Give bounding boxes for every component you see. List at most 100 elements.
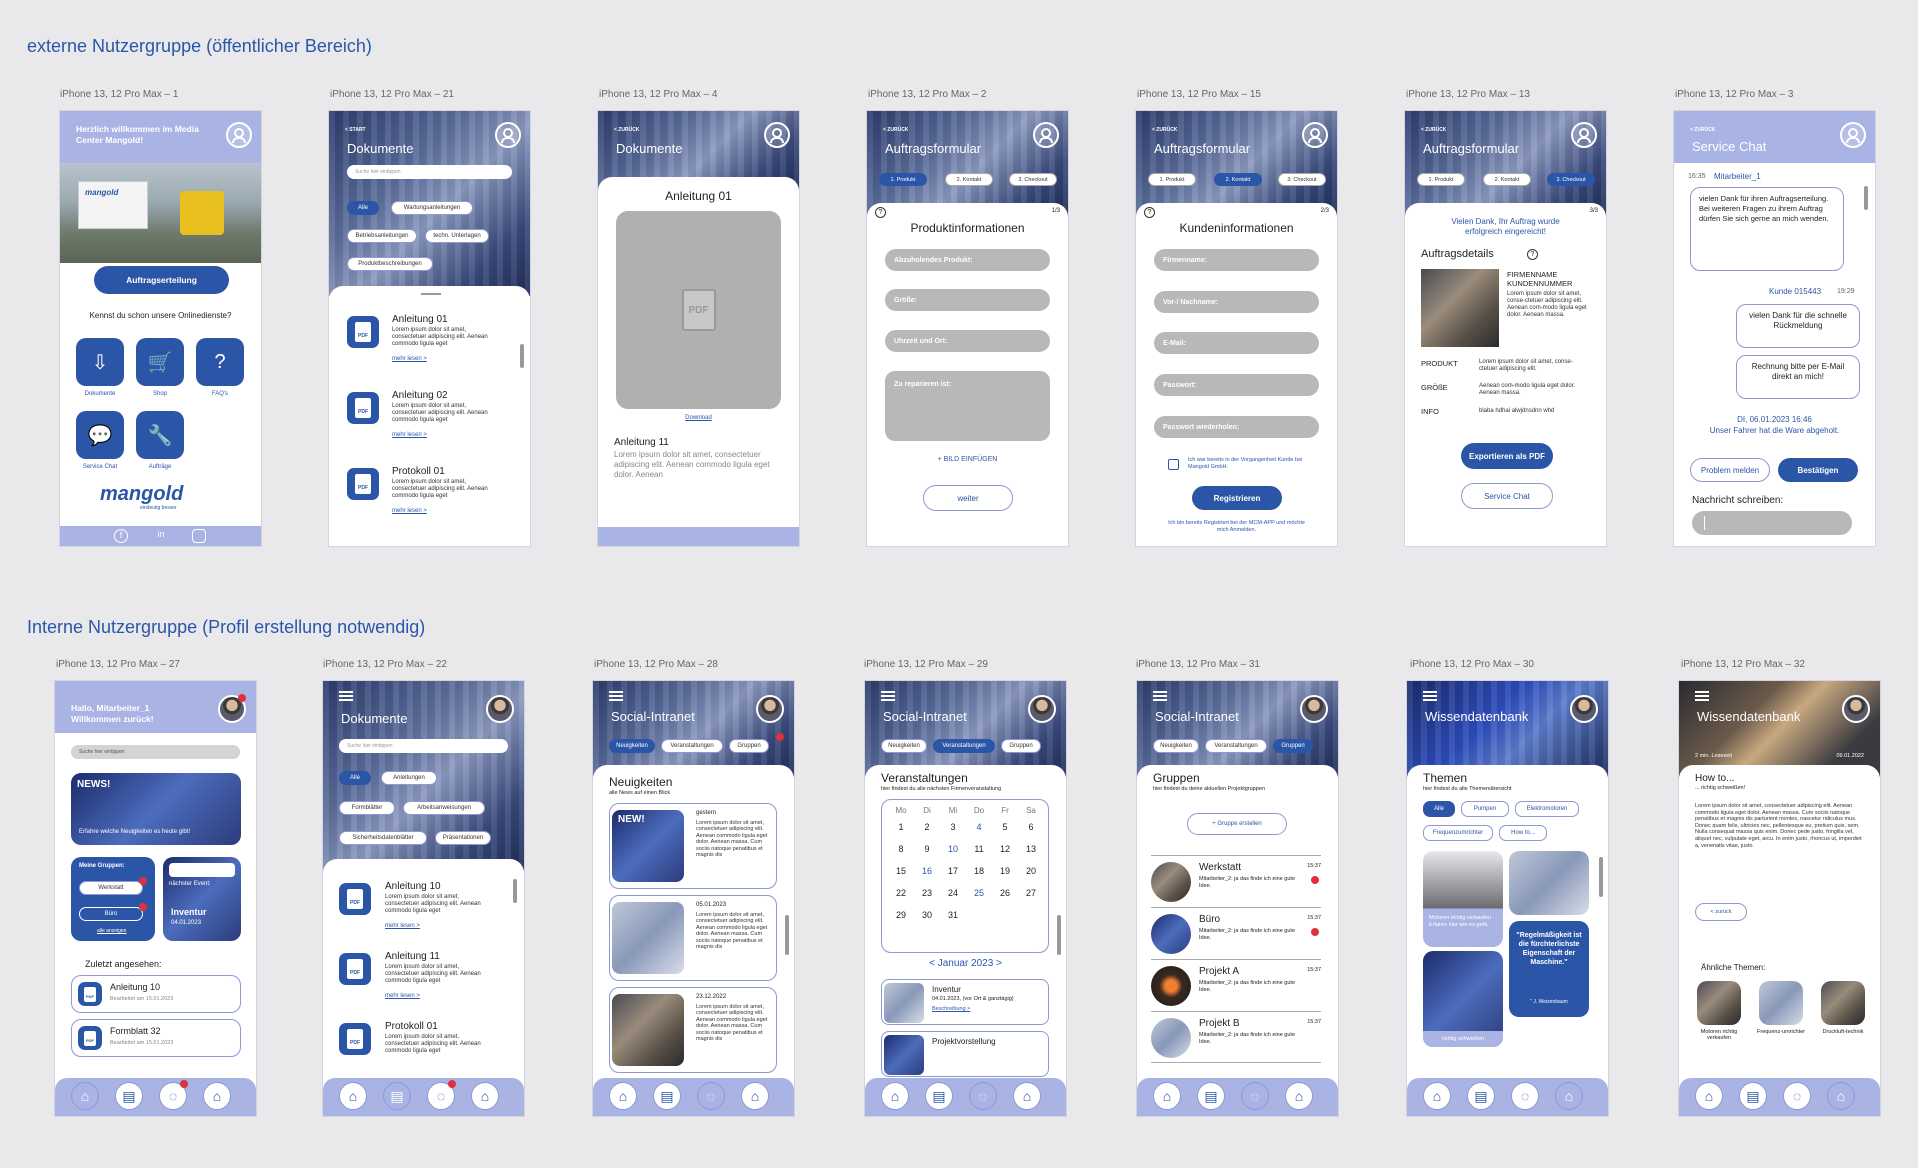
documents-tile[interactable]: ⇩ [76, 338, 124, 386]
calendar-day[interactable]: 16 [914, 866, 940, 876]
pdf-icon[interactable]: ▤ [383, 1082, 411, 1110]
news-post[interactable]: 23.12.2022 Lorem ipsum dolor sit amet, c… [609, 987, 777, 1073]
step-contact[interactable]: 2. Kontakt [1214, 173, 1262, 186]
calendar-day[interactable]: 25 [966, 888, 992, 898]
calendar-day[interactable]: 20 [1018, 866, 1044, 876]
step-product[interactable]: 1. Produkt [879, 173, 927, 186]
user-icon[interactable] [1302, 122, 1328, 148]
related-topic-image[interactable] [1759, 981, 1803, 1025]
graduation-cap-icon[interactable]: ⌂ [1827, 1082, 1855, 1110]
home-icon[interactable]: ⌂ [71, 1082, 99, 1110]
topic-image[interactable] [1509, 851, 1589, 915]
calendar-day[interactable]: 3 [940, 822, 966, 832]
calendar-day[interactable]: 29 [888, 910, 914, 920]
repair-textarea[interactable]: Zu reparieren ist: [885, 371, 1050, 441]
report-problem-button[interactable]: Problem melden [1690, 458, 1770, 482]
order-button[interactable]: Auftragserteilung [94, 266, 229, 294]
step-product[interactable]: 1. Produkt [1148, 173, 1196, 186]
group-row[interactable]: Projekt A 15:37 Mitarbeiter_2: ja das fi… [1151, 959, 1321, 1011]
search-input[interactable]: Suche hier eintippen [339, 739, 508, 753]
menu-icon[interactable] [339, 691, 353, 701]
user-icon[interactable] [1840, 122, 1866, 148]
instagram-icon[interactable] [192, 529, 206, 543]
related-topic-label[interactable]: Motoren richtig verkaufen [1695, 1029, 1743, 1041]
pdf-icon[interactable]: ▤ [925, 1082, 953, 1110]
filter-pill[interactable]: Sicherheitsdatenblätter [339, 831, 427, 845]
quote-card[interactable]: "Regelmäßigkeit ist die fürchterlichste … [1509, 921, 1589, 1017]
news-post[interactable]: 05.01.2023 Lorem ipsum dolor sit amet, c… [609, 895, 777, 981]
tab-events[interactable]: Veranstaltungen [661, 739, 723, 753]
calendar-day[interactable]: 6 [1018, 822, 1044, 832]
graduation-cap-icon[interactable]: ⌂ [471, 1082, 499, 1110]
related-topic-image[interactable] [1821, 981, 1865, 1025]
prior-customer-checkbox[interactable] [1168, 459, 1179, 470]
calendar[interactable]: Mo Di Mi Do Fr Sa 1 2 3 4 5 6 8 9 10 11 12 13 15 16 17 18 19 20… [881, 799, 1049, 953]
group-pill[interactable]: Werkstatt [79, 881, 143, 895]
home-icon[interactable]: ⌂ [1423, 1082, 1451, 1110]
calendar-day[interactable]: 2 [914, 822, 940, 832]
menu-icon[interactable] [881, 691, 895, 701]
login-link[interactable]: Ich bin bereits Registriert bei der MCM-… [1166, 520, 1307, 534]
read-more-link[interactable]: mehr lesen > [385, 993, 420, 999]
related-topic-image[interactable] [1697, 981, 1741, 1025]
chat-icon[interactable]: ◌ [1241, 1082, 1269, 1110]
user-icon[interactable] [1033, 122, 1059, 148]
step-contact[interactable]: 2. Kontakt [1483, 173, 1531, 186]
user-icon[interactable] [226, 122, 252, 148]
read-more-link[interactable]: mehr lesen > [392, 356, 427, 362]
menu-icon[interactable] [1423, 691, 1437, 701]
profile-avatar[interactable] [1842, 695, 1870, 723]
tab-events[interactable]: Veranstaltungen [1205, 739, 1267, 753]
profile-avatar[interactable] [756, 695, 784, 723]
menu-icon[interactable] [609, 691, 623, 701]
tab-groups[interactable]: Gruppen [729, 739, 769, 753]
tab-events[interactable]: Veranstaltungen [933, 739, 995, 753]
menu-icon[interactable] [1153, 691, 1167, 701]
calendar-day[interactable]: 9 [914, 844, 940, 854]
filter-pill[interactable]: Pumpen [1461, 801, 1509, 817]
calendar-day[interactable]: 10 [940, 844, 966, 854]
calendar-day[interactable]: 12 [992, 844, 1018, 854]
company-field[interactable]: Firmenname: [1154, 249, 1319, 271]
calendar-day[interactable]: 8 [888, 844, 914, 854]
password-field[interactable]: Passwort: [1154, 374, 1319, 396]
scrollbar[interactable] [1057, 915, 1061, 955]
back-link[interactable]: < ZURÜCK [1152, 127, 1177, 133]
message-input[interactable] [1692, 511, 1852, 535]
graduation-cap-icon[interactable]: ⌂ [1013, 1082, 1041, 1110]
facebook-icon[interactable]: f [114, 529, 128, 543]
home-icon[interactable]: ⌂ [339, 1082, 367, 1110]
step-product[interactable]: 1. Produkt [1417, 173, 1465, 186]
time-place-field[interactable]: Uhrzeit und Ort: [885, 330, 1050, 352]
filter-pill[interactable]: Elektromotoren [1515, 801, 1579, 817]
search-input[interactable]: Suche hier eintippen [347, 165, 512, 179]
product-field[interactable]: Abzuholendes Produkt: [885, 249, 1050, 271]
chat-icon[interactable]: ◌ [1511, 1082, 1539, 1110]
name-field[interactable]: Vor-/ Nachname: [1154, 291, 1319, 313]
step-contact[interactable]: 2. Kontakt [945, 173, 993, 186]
graduation-cap-icon[interactable]: ⌂ [203, 1082, 231, 1110]
tab-groups[interactable]: Gruppen [1001, 739, 1041, 753]
calendar-day[interactable]: 1 [888, 822, 914, 832]
calendar-day[interactable]: 22 [888, 888, 914, 898]
home-icon[interactable]: ⌂ [881, 1082, 909, 1110]
filter-pill[interactable]: Anleitungen [381, 771, 437, 785]
pdf-icon[interactable]: ▤ [1739, 1082, 1767, 1110]
tab-news[interactable]: Neuigkeiten [881, 739, 927, 753]
calendar-day[interactable]: 31 [940, 910, 966, 920]
calendar-day[interactable]: 5 [992, 822, 1018, 832]
search-input[interactable]: Suche hier eintippen [71, 745, 240, 759]
graduation-cap-icon[interactable]: ⌂ [1285, 1082, 1313, 1110]
recent-item[interactable]: PDF Formblatt 32 Bearbeitet am 15.01.202… [71, 1019, 241, 1057]
back-link[interactable]: < START [345, 127, 366, 133]
scrollbar[interactable] [1599, 857, 1603, 897]
profile-avatar[interactable] [1300, 695, 1328, 723]
home-icon[interactable]: ⌂ [1153, 1082, 1181, 1110]
scrollbar[interactable] [1864, 186, 1868, 210]
back-link[interactable]: < ZURÜCK [1690, 127, 1715, 133]
user-icon[interactable] [1571, 122, 1597, 148]
calendar-day[interactable]: 17 [940, 866, 966, 876]
calendar-day[interactable]: 4 [966, 822, 992, 832]
back-button[interactable]: < zurück [1695, 903, 1747, 921]
group-row[interactable]: Werkstatt 15:37 Mitarbeiter_2: ja das fi… [1151, 855, 1321, 907]
